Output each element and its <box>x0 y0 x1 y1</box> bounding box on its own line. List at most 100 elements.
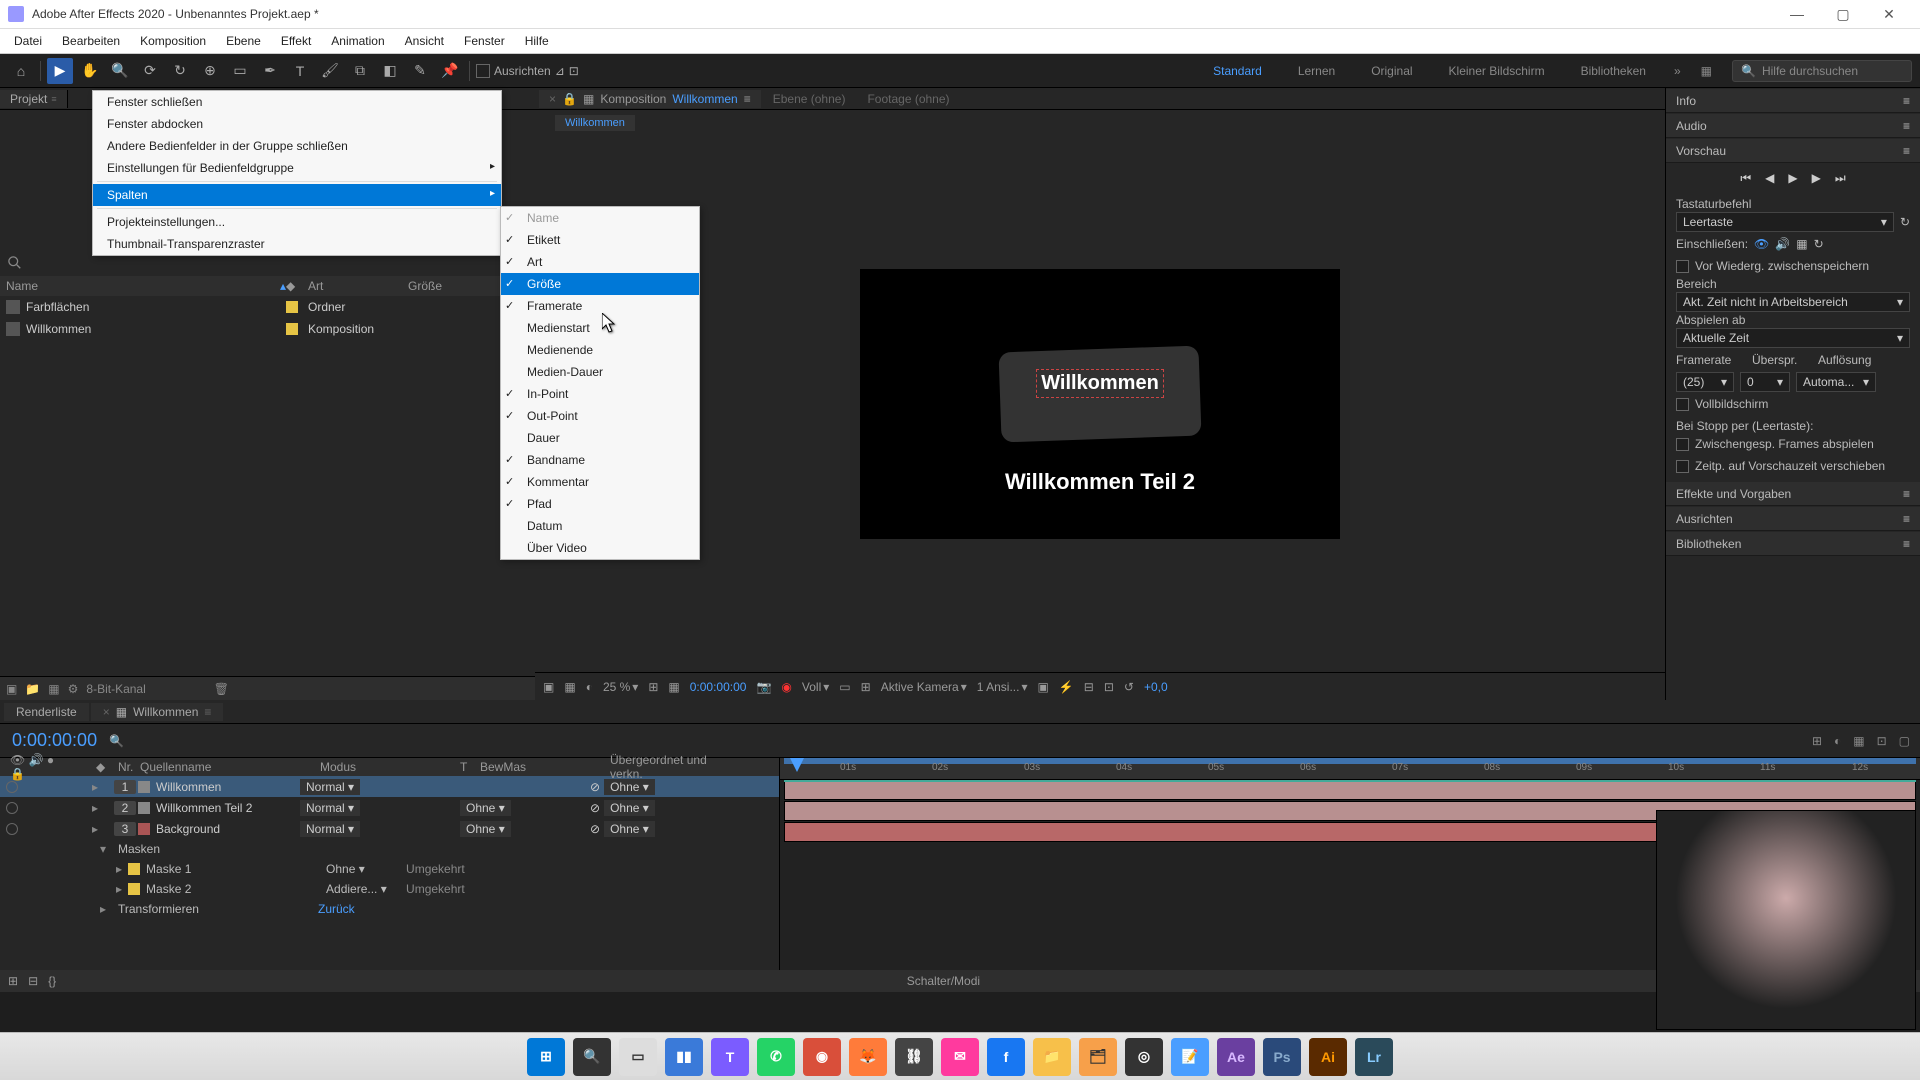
taskbar-app[interactable]: ✉ <box>941 1038 979 1076</box>
composition-viewer[interactable]: Willkommen Willkommen Teil 2 <box>535 136 1665 672</box>
ctx-item[interactable]: Thumbnail-Transparenzraster <box>93 233 501 255</box>
menu-fenster[interactable]: Fenster <box>454 32 515 50</box>
zoom-tool[interactable]: 🔍 <box>107 58 133 84</box>
taskbar-app[interactable]: 🦊 <box>849 1038 887 1076</box>
help-search[interactable]: 🔍 Hilfe durchsuchen <box>1732 60 1912 82</box>
taskbar-app[interactable]: ⊞ <box>527 1038 565 1076</box>
toggle-modes-icon[interactable]: ⊟ <box>28 974 38 988</box>
comp-tab[interactable]: × 🔒 ▦ Komposition Willkommen ≡ <box>539 90 761 108</box>
framerate-dropdown[interactable]: (25)▾ <box>1676 372 1734 392</box>
text-tool[interactable]: T <box>287 58 313 84</box>
new-folder-icon[interactable]: 📁 <box>25 682 40 696</box>
taskbar-app[interactable]: f <box>987 1038 1025 1076</box>
expand-icon[interactable]: ▸ <box>116 882 122 896</box>
guides-icon[interactable]: ⊞ <box>861 680 871 694</box>
new-comp-icon[interactable]: ▦ <box>48 682 59 696</box>
project-item[interactable]: WillkommenKomposition <box>0 318 535 340</box>
minimize-button[interactable]: — <box>1774 0 1820 29</box>
column-toggle[interactable]: Medienende <box>501 339 699 361</box>
views-dropdown[interactable]: 1 Ansi... ▾ <box>977 680 1028 694</box>
taskbar-app[interactable]: T <box>711 1038 749 1076</box>
timeline-search-icon[interactable]: 🔍 <box>109 734 124 748</box>
first-frame-icon[interactable]: ⏮ <box>1740 171 1751 186</box>
always-preview-icon[interactable]: ▣ <box>543 680 554 694</box>
menu-ebene[interactable]: Ebene <box>216 32 271 50</box>
expand-icon[interactable]: ▸ <box>100 902 114 916</box>
orbit-tool[interactable]: ⟳ <box>137 58 163 84</box>
tl-icon-2[interactable]: ◐ <box>1834 734 1841 748</box>
panel-menu-button[interactable]: ≡ <box>51 94 56 104</box>
reset-exp-icon[interactable]: ↺ <box>1124 680 1134 694</box>
switches-modes-toggle[interactable]: Schalter/Modi <box>907 974 980 988</box>
interpret-icon[interactable]: ▣ <box>6 682 17 696</box>
mask-row-1[interactable]: ▸Maske 1Ohne ▾Umgekehrt <box>0 859 779 879</box>
resolution-dropdown[interactable]: Voll ▾ <box>802 680 829 694</box>
ctx-item[interactable]: Fenster abdocken <box>93 113 501 135</box>
roi-icon[interactable]: ▭ <box>839 680 850 694</box>
taskbar-app[interactable]: ◉ <box>803 1038 841 1076</box>
workspace-more-icon[interactable]: » <box>1674 64 1681 78</box>
layer-row[interactable]: ▸1WillkommenNormal ▾⊘Ohne ▾ <box>0 776 779 797</box>
eraser-tool[interactable]: ◧ <box>377 58 403 84</box>
toggle-switches-icon[interactable]: ⊞ <box>8 974 18 988</box>
menu-hilfe[interactable]: Hilfe <box>515 32 559 50</box>
home-button[interactable]: ⌂ <box>8 58 34 84</box>
exposure-value[interactable]: +0,0 <box>1144 680 1168 694</box>
selection-tool[interactable]: ▶ <box>47 58 73 84</box>
hand-tool[interactable]: ✋ <box>77 58 103 84</box>
resolution-dropdown[interactable]: Automa...▾ <box>1796 372 1876 392</box>
column-toggle[interactable]: Datum <box>501 515 699 537</box>
column-toggle[interactable]: ✓Name <box>501 207 699 229</box>
column-toggle[interactable]: ✓Etikett <box>501 229 699 251</box>
toggle-brackets-icon[interactable]: {} <box>48 974 56 988</box>
taskbar-app[interactable]: ◎ <box>1125 1038 1163 1076</box>
include-overlay-icon[interactable]: ▦ <box>1796 237 1807 251</box>
fast-preview-icon[interactable]: ⚡ <box>1059 680 1074 694</box>
snap-opt2-icon[interactable]: ⊡ <box>569 64 579 78</box>
bit-depth[interactable]: 8-Bit-Kanal <box>86 682 145 696</box>
viewer-time[interactable]: 0:00:00:00 <box>690 680 747 694</box>
footage-tab[interactable]: Footage (ohne) <box>857 90 959 108</box>
column-toggle[interactable]: Über Video <box>501 537 699 559</box>
menu-komposition[interactable]: Komposition <box>130 32 216 50</box>
taskbar-app[interactable]: 📝 <box>1171 1038 1209 1076</box>
workspace-standard[interactable]: Standard <box>1205 62 1270 80</box>
ctx-item[interactable]: Fenster schließen <box>93 91 501 113</box>
canvas-text-1[interactable]: Willkommen <box>1036 369 1164 398</box>
brush-tool[interactable]: 🖌 <box>317 58 343 84</box>
current-timecode[interactable]: 0:00:00:00 <box>0 730 109 751</box>
taskbar-app[interactable]: Ae <box>1217 1038 1255 1076</box>
grid-icon[interactable]: ▦ <box>668 680 679 694</box>
libraries-panel-header[interactable]: Bibliotheken≡ <box>1666 532 1920 556</box>
tl-icon-5[interactable]: ▢ <box>1899 734 1910 748</box>
comp-breadcrumb[interactable]: Willkommen <box>555 115 635 131</box>
taskbar-app[interactable]: ✆ <box>757 1038 795 1076</box>
panels-icon[interactable]: ▦ <box>1701 64 1712 78</box>
maximize-button[interactable]: ▢ <box>1820 0 1866 29</box>
loop-icon[interactable]: ↻ <box>1814 237 1824 251</box>
timeline-icon[interactable]: ⊟ <box>1084 680 1094 694</box>
play-icon[interactable]: ▶ <box>1788 171 1797 185</box>
column-toggle[interactable]: ✓Pfad <box>501 493 699 515</box>
workspace-original[interactable]: Original <box>1363 62 1420 80</box>
include-audio-icon[interactable]: 🔊 <box>1775 237 1790 251</box>
res-icon[interactable]: ⊞ <box>648 680 658 694</box>
snap-opt1-icon[interactable]: ⊿ <box>555 64 565 78</box>
clone-tool[interactable]: ⧉ <box>347 58 373 84</box>
anchor-tool[interactable]: ⊕ <box>197 58 223 84</box>
expand-icon[interactable]: ▸ <box>116 862 122 876</box>
project-column-headers[interactable]: Name▴ ◆ Art Größe <box>0 276 535 296</box>
adj-icon[interactable]: ⚙ <box>68 682 79 696</box>
playhead[interactable] <box>790 758 804 772</box>
prev-frame-icon[interactable]: ◀ <box>1765 171 1774 185</box>
taskbar-app[interactable]: Ps <box>1263 1038 1301 1076</box>
ctx-item[interactable]: Projekteinstellungen... <box>93 211 501 233</box>
camera-dropdown[interactable]: Aktive Kamera ▾ <box>881 680 967 694</box>
column-toggle[interactable]: Dauer <box>501 427 699 449</box>
mask2-mode-dropdown[interactable]: Addiere... ▾ <box>326 882 387 896</box>
layer-tab[interactable]: Ebene (ohne) <box>763 90 856 108</box>
mask-row-2[interactable]: ▸Maske 2Addiere... ▾Umgekehrt <box>0 879 779 899</box>
layer-bar-1[interactable] <box>784 780 1916 800</box>
last-frame-icon[interactable]: ⏭ <box>1835 171 1846 186</box>
pen-tool[interactable]: ✒ <box>257 58 283 84</box>
